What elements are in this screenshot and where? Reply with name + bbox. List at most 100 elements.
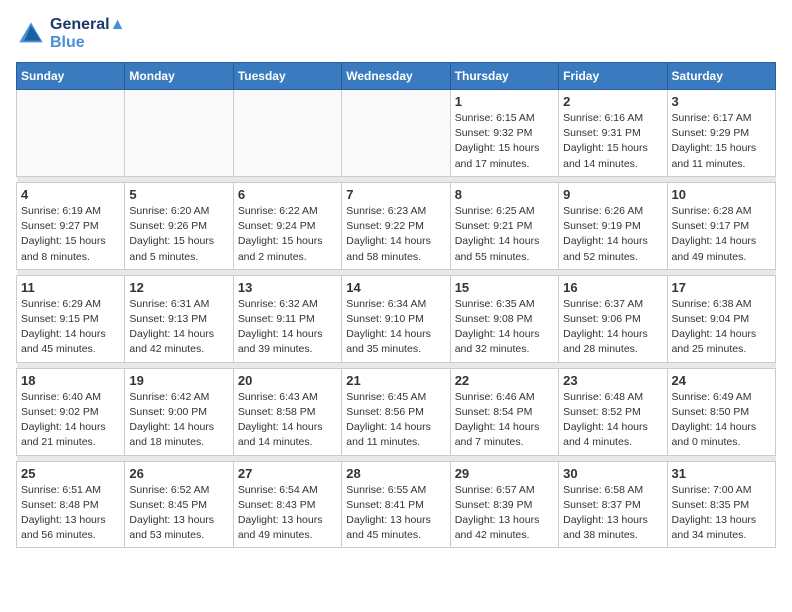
week-row-4: 25Sunrise: 6:51 AM Sunset: 8:48 PM Dayli… [17, 461, 776, 548]
day-info: Sunrise: 6:48 AM Sunset: 8:52 PM Dayligh… [563, 390, 662, 451]
day-number: 21 [346, 373, 445, 388]
day-info: Sunrise: 6:43 AM Sunset: 8:58 PM Dayligh… [238, 390, 337, 451]
calendar-cell: 25Sunrise: 6:51 AM Sunset: 8:48 PM Dayli… [17, 461, 125, 548]
calendar-cell: 20 Sunrise: 6:43 AM Sunset: 8:58 PM Dayli… [233, 368, 341, 455]
weekday-header-friday: Friday [559, 63, 667, 90]
day-info: Sunrise: 6:25 AM Sunset: 9:21 PM Dayligh… [455, 204, 554, 265]
day-info: Sunrise: 6:58 AM Sunset: 8:37 PM Dayligh… [563, 483, 662, 544]
day-number: 30 [563, 466, 662, 481]
day-info: Sunrise: 6:16 AM Sunset: 9:31 PM Dayligh… [563, 111, 662, 172]
weekday-header-saturday: Saturday [667, 63, 775, 90]
calendar-cell [17, 90, 125, 177]
day-info: Sunrise: 6:42 AM Sunset: 9:00 PM Dayligh… [129, 390, 228, 451]
calendar-cell: 8Sunrise: 6:25 AM Sunset: 9:21 PM Daylig… [450, 182, 558, 269]
day-number: 20 [238, 373, 337, 388]
calendar-cell: 10 Sunrise: 6:28 AM Sunset: 9:17 PM Dayli… [667, 182, 775, 269]
day-number: 31 [672, 466, 771, 481]
calendar-cell: 31 Sunrise: 7:00 AM Sunset: 8:35 PM Dayli… [667, 461, 775, 548]
day-info: Sunrise: 6:55 AM Sunset: 8:41 PM Dayligh… [346, 483, 445, 544]
day-number: 3 [672, 94, 771, 109]
day-info: Sunrise: 6:29 AM Sunset: 9:15 PM Dayligh… [21, 297, 120, 358]
weekday-header-row: SundayMondayTuesdayWednesdayThursdayFrid… [17, 63, 776, 90]
day-number: 19 [129, 373, 228, 388]
calendar-cell [125, 90, 233, 177]
day-number: 22 [455, 373, 554, 388]
weekday-header-sunday: Sunday [17, 63, 125, 90]
day-info: Sunrise: 6:45 AM Sunset: 8:56 PM Dayligh… [346, 390, 445, 451]
logo: General▲ Blue [16, 16, 125, 52]
calendar-cell: 13 Sunrise: 6:32 AM Sunset: 9:11 PM Dayli… [233, 275, 341, 362]
day-number: 2 [563, 94, 662, 109]
calendar-cell: 1 Sunrise: 6:15 AM Sunset: 9:32 PM Daylig… [450, 90, 558, 177]
calendar-cell: 23Sunrise: 6:48 AM Sunset: 8:52 PM Dayli… [559, 368, 667, 455]
calendar-cell [342, 90, 450, 177]
calendar-cell: 18 Sunrise: 6:40 AM Sunset: 9:02 PM Dayli… [17, 368, 125, 455]
day-info: Sunrise: 6:52 AM Sunset: 8:45 PM Dayligh… [129, 483, 228, 544]
day-info: Sunrise: 7:00 AM Sunset: 8:35 PM Dayligh… [672, 483, 771, 544]
day-info: Sunrise: 6:19 AM Sunset: 9:27 PM Dayligh… [21, 204, 120, 265]
weekday-header-monday: Monday [125, 63, 233, 90]
day-number: 13 [238, 280, 337, 295]
day-number: 1 [455, 94, 554, 109]
weekday-header-wednesday: Wednesday [342, 63, 450, 90]
day-info: Sunrise: 6:37 AM Sunset: 9:06 PM Dayligh… [563, 297, 662, 358]
calendar-cell: 24 Sunrise: 6:49 AM Sunset: 8:50 PM Dayli… [667, 368, 775, 455]
day-number: 14 [346, 280, 445, 295]
day-info: Sunrise: 6:49 AM Sunset: 8:50 PM Dayligh… [672, 390, 771, 451]
day-info: Sunrise: 6:22 AM Sunset: 9:24 PM Dayligh… [238, 204, 337, 265]
calendar-cell: 26Sunrise: 6:52 AM Sunset: 8:45 PM Dayli… [125, 461, 233, 548]
calendar-cell: 6 Sunrise: 6:22 AM Sunset: 9:24 PM Daylig… [233, 182, 341, 269]
day-number: 18 [21, 373, 120, 388]
calendar-cell: 17 Sunrise: 6:38 AM Sunset: 9:04 PM Dayli… [667, 275, 775, 362]
logo-text: General▲ Blue [50, 16, 125, 52]
week-row-0: 1 Sunrise: 6:15 AM Sunset: 9:32 PM Daylig… [17, 90, 776, 177]
day-number: 10 [672, 187, 771, 202]
calendar-cell: 12 Sunrise: 6:31 AM Sunset: 9:13 PM Dayli… [125, 275, 233, 362]
day-info: Sunrise: 6:28 AM Sunset: 9:17 PM Dayligh… [672, 204, 771, 265]
calendar-cell: 5Sunrise: 6:20 AM Sunset: 9:26 PM Daylig… [125, 182, 233, 269]
calendar-cell: 9Sunrise: 6:26 AM Sunset: 9:19 PM Daylig… [559, 182, 667, 269]
day-info: Sunrise: 6:40 AM Sunset: 9:02 PM Dayligh… [21, 390, 120, 451]
day-info: Sunrise: 6:26 AM Sunset: 9:19 PM Dayligh… [563, 204, 662, 265]
day-info: Sunrise: 6:31 AM Sunset: 9:13 PM Dayligh… [129, 297, 228, 358]
day-number: 6 [238, 187, 337, 202]
day-info: Sunrise: 6:35 AM Sunset: 9:08 PM Dayligh… [455, 297, 554, 358]
day-number: 12 [129, 280, 228, 295]
calendar-cell [233, 90, 341, 177]
day-number: 29 [455, 466, 554, 481]
day-number: 4 [21, 187, 120, 202]
weekday-header-tuesday: Tuesday [233, 63, 341, 90]
calendar-table: SundayMondayTuesdayWednesdayThursdayFrid… [16, 62, 776, 548]
calendar-cell: 21 Sunrise: 6:45 AM Sunset: 8:56 PM Dayli… [342, 368, 450, 455]
day-number: 25 [21, 466, 120, 481]
calendar-cell: 22 Sunrise: 6:46 AM Sunset: 8:54 PM Dayli… [450, 368, 558, 455]
calendar-cell: 3 Sunrise: 6:17 AM Sunset: 9:29 PM Daylig… [667, 90, 775, 177]
day-info: Sunrise: 6:20 AM Sunset: 9:26 PM Dayligh… [129, 204, 228, 265]
day-info: Sunrise: 6:23 AM Sunset: 9:22 PM Dayligh… [346, 204, 445, 265]
day-number: 7 [346, 187, 445, 202]
calendar-cell: 27Sunrise: 6:54 AM Sunset: 8:43 PM Dayli… [233, 461, 341, 548]
calendar-cell: 30 Sunrise: 6:58 AM Sunset: 8:37 PM Dayli… [559, 461, 667, 548]
calendar-cell: 2 Sunrise: 6:16 AM Sunset: 9:31 PM Daylig… [559, 90, 667, 177]
day-number: 11 [21, 280, 120, 295]
calendar-cell: 16Sunrise: 6:37 AM Sunset: 9:06 PM Dayli… [559, 275, 667, 362]
weekday-header-thursday: Thursday [450, 63, 558, 90]
day-number: 27 [238, 466, 337, 481]
calendar-cell: 7 Sunrise: 6:23 AM Sunset: 9:22 PM Daylig… [342, 182, 450, 269]
day-info: Sunrise: 6:38 AM Sunset: 9:04 PM Dayligh… [672, 297, 771, 358]
day-info: Sunrise: 6:57 AM Sunset: 8:39 PM Dayligh… [455, 483, 554, 544]
calendar-cell: 15 Sunrise: 6:35 AM Sunset: 9:08 PM Dayli… [450, 275, 558, 362]
day-info: Sunrise: 6:46 AM Sunset: 8:54 PM Dayligh… [455, 390, 554, 451]
day-number: 28 [346, 466, 445, 481]
day-number: 15 [455, 280, 554, 295]
logo-icon [16, 19, 46, 49]
calendar-cell: 28 Sunrise: 6:55 AM Sunset: 8:41 PM Dayli… [342, 461, 450, 548]
day-number: 17 [672, 280, 771, 295]
calendar-cell: 4 Sunrise: 6:19 AM Sunset: 9:27 PM Daylig… [17, 182, 125, 269]
day-info: Sunrise: 6:32 AM Sunset: 9:11 PM Dayligh… [238, 297, 337, 358]
calendar-cell: 14Sunrise: 6:34 AM Sunset: 9:10 PM Dayli… [342, 275, 450, 362]
day-info: Sunrise: 6:17 AM Sunset: 9:29 PM Dayligh… [672, 111, 771, 172]
day-number: 24 [672, 373, 771, 388]
calendar-cell: 29 Sunrise: 6:57 AM Sunset: 8:39 PM Dayli… [450, 461, 558, 548]
day-info: Sunrise: 6:15 AM Sunset: 9:32 PM Dayligh… [455, 111, 554, 172]
